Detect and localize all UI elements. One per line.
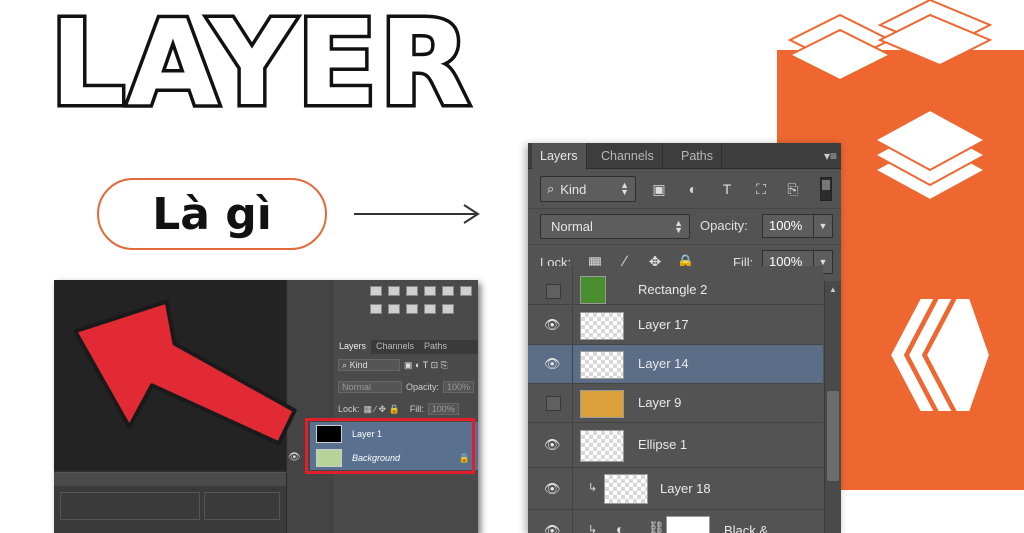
visibility-toggle[interactable]: [546, 284, 561, 299]
small-tabs: Layers Channels Paths: [334, 340, 478, 354]
eye-icon[interactable]: 👁: [544, 357, 562, 371]
layer-row[interactable]: Rectangle 2: [528, 266, 823, 305]
layer-name: Rectangle 2: [638, 282, 708, 297]
right-arrow-icon: [354, 204, 480, 224]
adjustment-icon: ◐: [616, 521, 625, 533]
layer-name: Layer 17: [638, 317, 689, 332]
small-tab-paths[interactable]: Paths: [419, 340, 452, 354]
search-icon: ⌕: [547, 181, 555, 196]
layer-row[interactable]: Layer 9: [528, 384, 823, 423]
panel-tabbar: Layers Channels Paths ▾≡: [528, 143, 841, 170]
blend-mode-select[interactable]: Normal ▲ ▼: [540, 214, 690, 239]
opacity-dropdown[interactable]: ▼: [813, 214, 833, 238]
visibility-toggle[interactable]: [546, 396, 561, 411]
layer-row-selected[interactable]: 👁 Layer 14: [528, 345, 823, 384]
eye-icon[interactable]: 👁: [544, 318, 562, 332]
pixel-filter-icon[interactable]: ▣: [651, 181, 667, 197]
panel-menu-icon[interactable]: ▾≡: [824, 149, 837, 163]
layer-name: Black &: [724, 523, 769, 533]
tab-channels[interactable]: Channels: [593, 143, 663, 169]
small-opacity-field[interactable]: 100%: [442, 381, 474, 393]
filter-row: ⌕ Kind ▲ ▼ ▣ ◐ T ⛶ ⎘: [528, 170, 841, 208]
filter-toggle[interactable]: [820, 177, 832, 201]
layer-row[interactable]: 👁 Ellipse 1: [528, 423, 823, 468]
layer-row[interactable]: 👁 Layer 17: [528, 306, 823, 345]
clipping-arrow-icon: ↳: [588, 524, 598, 533]
subtitle-text: Là gì: [152, 188, 272, 240]
eye-icon[interactable]: 👁: [544, 482, 562, 496]
shape-filter-icon[interactable]: ⛶: [753, 181, 769, 197]
layer-name: Layer 14: [638, 356, 689, 371]
eye-icon[interactable]: 👁: [288, 452, 301, 463]
layer-name: Layer 9: [638, 395, 682, 410]
layer-name: Layer 18: [660, 481, 711, 496]
updown-icon: ▲ ▼: [674, 218, 683, 235]
type-filter-icon[interactable]: T: [719, 181, 735, 197]
small-layers-panel: Layers Channels Paths ⌕ Kind ▣ ◐ T ⊡ ⎘ N…: [334, 280, 478, 533]
link-icon: ⛓: [648, 520, 665, 533]
highlight-box: [305, 418, 475, 474]
subtitle-pill: Là gì: [97, 178, 327, 250]
page-title: LAYER: [46, 0, 473, 132]
layers-list: Rectangle 2 👁 Layer 17 👁 Layer 14 Layer …: [528, 266, 823, 533]
layers-panel: Layers Channels Paths ▾≡ ⌕ Kind ▲ ▼ ▣ ◐ T…: [528, 143, 841, 533]
small-blend-select[interactable]: Normal: [338, 381, 402, 393]
eye-icon[interactable]: 👁: [544, 438, 562, 452]
scroll-up-icon[interactable]: ▲: [829, 285, 837, 294]
blend-row: Normal ▲ ▼ Opacity: 100% ▼: [528, 208, 841, 244]
layer-row[interactable]: 👁 ↳ Layer 18: [528, 468, 823, 510]
small-tab-layers[interactable]: Layers: [334, 340, 372, 354]
tab-layers[interactable]: Layers: [532, 143, 587, 170]
red-arrow-icon: [73, 300, 297, 446]
layers-scrollbar[interactable]: ▲: [824, 281, 841, 533]
opacity-label: Opacity:: [700, 218, 748, 233]
clipping-arrow-icon: ↳: [588, 482, 598, 494]
small-tab-channels[interactable]: Channels: [371, 340, 419, 354]
scrollbar-thumb[interactable]: [827, 391, 839, 481]
kind-filter-select[interactable]: ⌕ Kind ▲ ▼: [540, 176, 636, 202]
small-kind-select[interactable]: ⌕ Kind: [338, 359, 400, 371]
layer-name: Ellipse 1: [638, 437, 688, 452]
updown-icon: ▲ ▼: [620, 180, 629, 197]
adjustment-icons: [370, 286, 478, 322]
adjustment-filter-icon[interactable]: ◐: [685, 181, 701, 197]
opacity-input[interactable]: 100%: [762, 214, 814, 238]
layer-row[interactable]: 👁 ↳ ◐ ⛓ Black &: [528, 510, 823, 533]
tab-paths[interactable]: Paths: [673, 143, 722, 169]
search-icon: ⌕: [342, 359, 348, 370]
smart-object-filter-icon[interactable]: ⎘: [785, 181, 801, 197]
small-fill-field[interactable]: 100%: [427, 403, 459, 415]
eye-icon[interactable]: 👁: [544, 524, 562, 533]
